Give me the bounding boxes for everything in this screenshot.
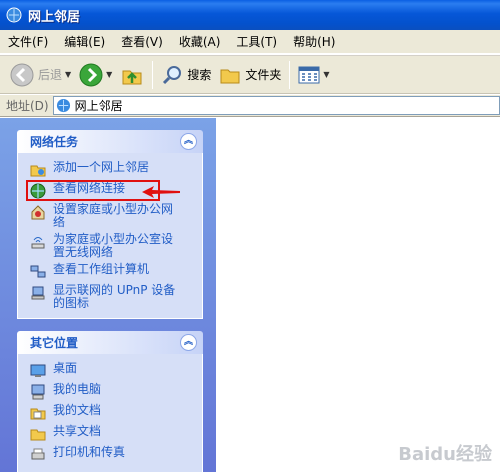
menu-file[interactable]: 文件(F) [6,31,50,52]
collapse-chevron-icon[interactable]: ︽ [180,334,197,351]
task-label: 为家庭或小型办公室设置无线网络 [53,232,174,259]
network-tasks-panel: 网络任务 ︽ 添加一个网上邻居 查看网络连接 设置家庭或小型办公网络 为家庭或小… [17,130,203,319]
back-arrow-icon [10,63,34,86]
network-places-icon [6,7,22,23]
forward-dropdown-icon[interactable]: ▼ [106,70,112,79]
task-label: 显示联网的 UPnP 设备的图标 [53,283,176,310]
back-button[interactable]: 后退 ▼ [6,60,75,90]
menu-tools[interactable]: 工具(T) [234,31,279,52]
search-label: 搜索 [187,68,212,82]
home-network-setup-icon [31,205,45,220]
task-add-network-place[interactable]: 添加一个网上邻居 [18,159,202,180]
task-pane: 网络任务 ︽ 添加一个网上邻居 查看网络连接 设置家庭或小型办公网络 为家庭或小… [0,118,216,472]
address-value: 网上邻居 [74,99,123,113]
place-label: 我的电脑 [53,382,102,396]
workgroup-computers-icon [30,265,46,278]
collapse-chevron-icon[interactable]: ︽ [180,133,197,150]
upnp-device-icon [31,286,45,300]
my-documents-icon [30,408,46,420]
address-input[interactable]: 网上邻居 [52,96,500,115]
place-printers[interactable]: 打印机和传真 [18,444,202,465]
window-title: 网上邻居 [28,9,81,25]
place-desktop[interactable]: 桌面 [18,360,202,381]
wireless-setup-icon [31,237,45,249]
other-places-header[interactable]: 其它位置 ︽ [17,331,203,354]
place-label: 桌面 [53,361,78,375]
folders-label: 文件夹 [245,68,282,82]
title-bar: 网上邻居 [0,0,500,30]
place-my-documents[interactable]: 我的文档 [18,402,202,423]
printers-icon [31,448,45,460]
task-setup-wireless[interactable]: 为家庭或小型办公室设置无线网络 [18,231,202,261]
place-label: 共享文档 [53,424,102,438]
address-bar: 地址(D) 网上邻居 [0,95,500,117]
task-label: 添加一个网上邻居 [53,160,150,174]
views-button[interactable]: ▼ [294,60,333,90]
place-label: 打印机和传真 [53,445,126,459]
task-view-workgroup[interactable]: 查看工作组计算机 [18,261,202,282]
views-icon [298,66,320,83]
back-dropdown-icon[interactable]: ▼ [65,70,71,79]
place-my-computer[interactable]: 我的电脑 [18,381,202,402]
folder-up-icon [122,70,142,84]
task-label: 查看工作组计算机 [53,262,150,276]
folders-button[interactable]: 文件夹 [215,60,285,90]
shared-documents-icon [30,429,46,441]
network-places-icon [56,98,70,113]
menu-view[interactable]: 查看(V) [119,31,165,52]
desktop-icon [30,364,46,377]
watermark: Baidu经验 [398,444,492,465]
add-network-place-icon [30,165,46,177]
menu-help[interactable]: 帮助(H) [291,31,337,52]
other-places-panel: 其它位置 ︽ 桌面 我的电脑 我的文档 共享文档 打印机和传真 [17,331,203,472]
back-label: 后退 [38,68,63,82]
network-tasks-header[interactable]: 网络任务 ︽ [17,130,203,153]
place-label: 我的文档 [53,403,102,417]
other-places-title: 其它位置 [30,336,79,350]
toolbar: 后退 ▼ ▼ 搜索 文件夹 ▼ [0,55,500,94]
forward-arrow-icon [79,63,103,86]
content-area[interactable] [216,118,500,472]
views-dropdown-icon[interactable]: ▼ [323,70,329,79]
task-setup-home-network[interactable]: 设置家庭或小型办公网络 [18,201,202,231]
search-icon [163,65,182,84]
menu-edit[interactable]: 编辑(E) [62,31,107,52]
network-tasks-title: 网络任务 [30,135,79,149]
task-show-upnp[interactable]: 显示联网的 UPnP 设备的图标 [18,282,202,312]
forward-button[interactable]: ▼ [75,60,116,90]
toolbar-separator [152,60,154,89]
annotation-arrow-icon [142,186,180,198]
search-button[interactable]: 搜索 [157,60,215,90]
my-computer-icon [31,384,45,400]
task-label: 设置家庭或小型办公网络 [53,202,174,229]
menu-favorites[interactable]: 收藏(A) [177,31,223,52]
place-shared-documents[interactable]: 共享文档 [18,423,202,444]
address-label: 地址(D) [6,99,49,113]
up-button[interactable] [116,60,148,90]
menu-bar: 文件(F) 编辑(E) 查看(V) 收藏(A) 工具(T) 帮助(H) [0,30,500,54]
folders-icon [220,69,240,83]
toolbar-separator [289,60,291,89]
